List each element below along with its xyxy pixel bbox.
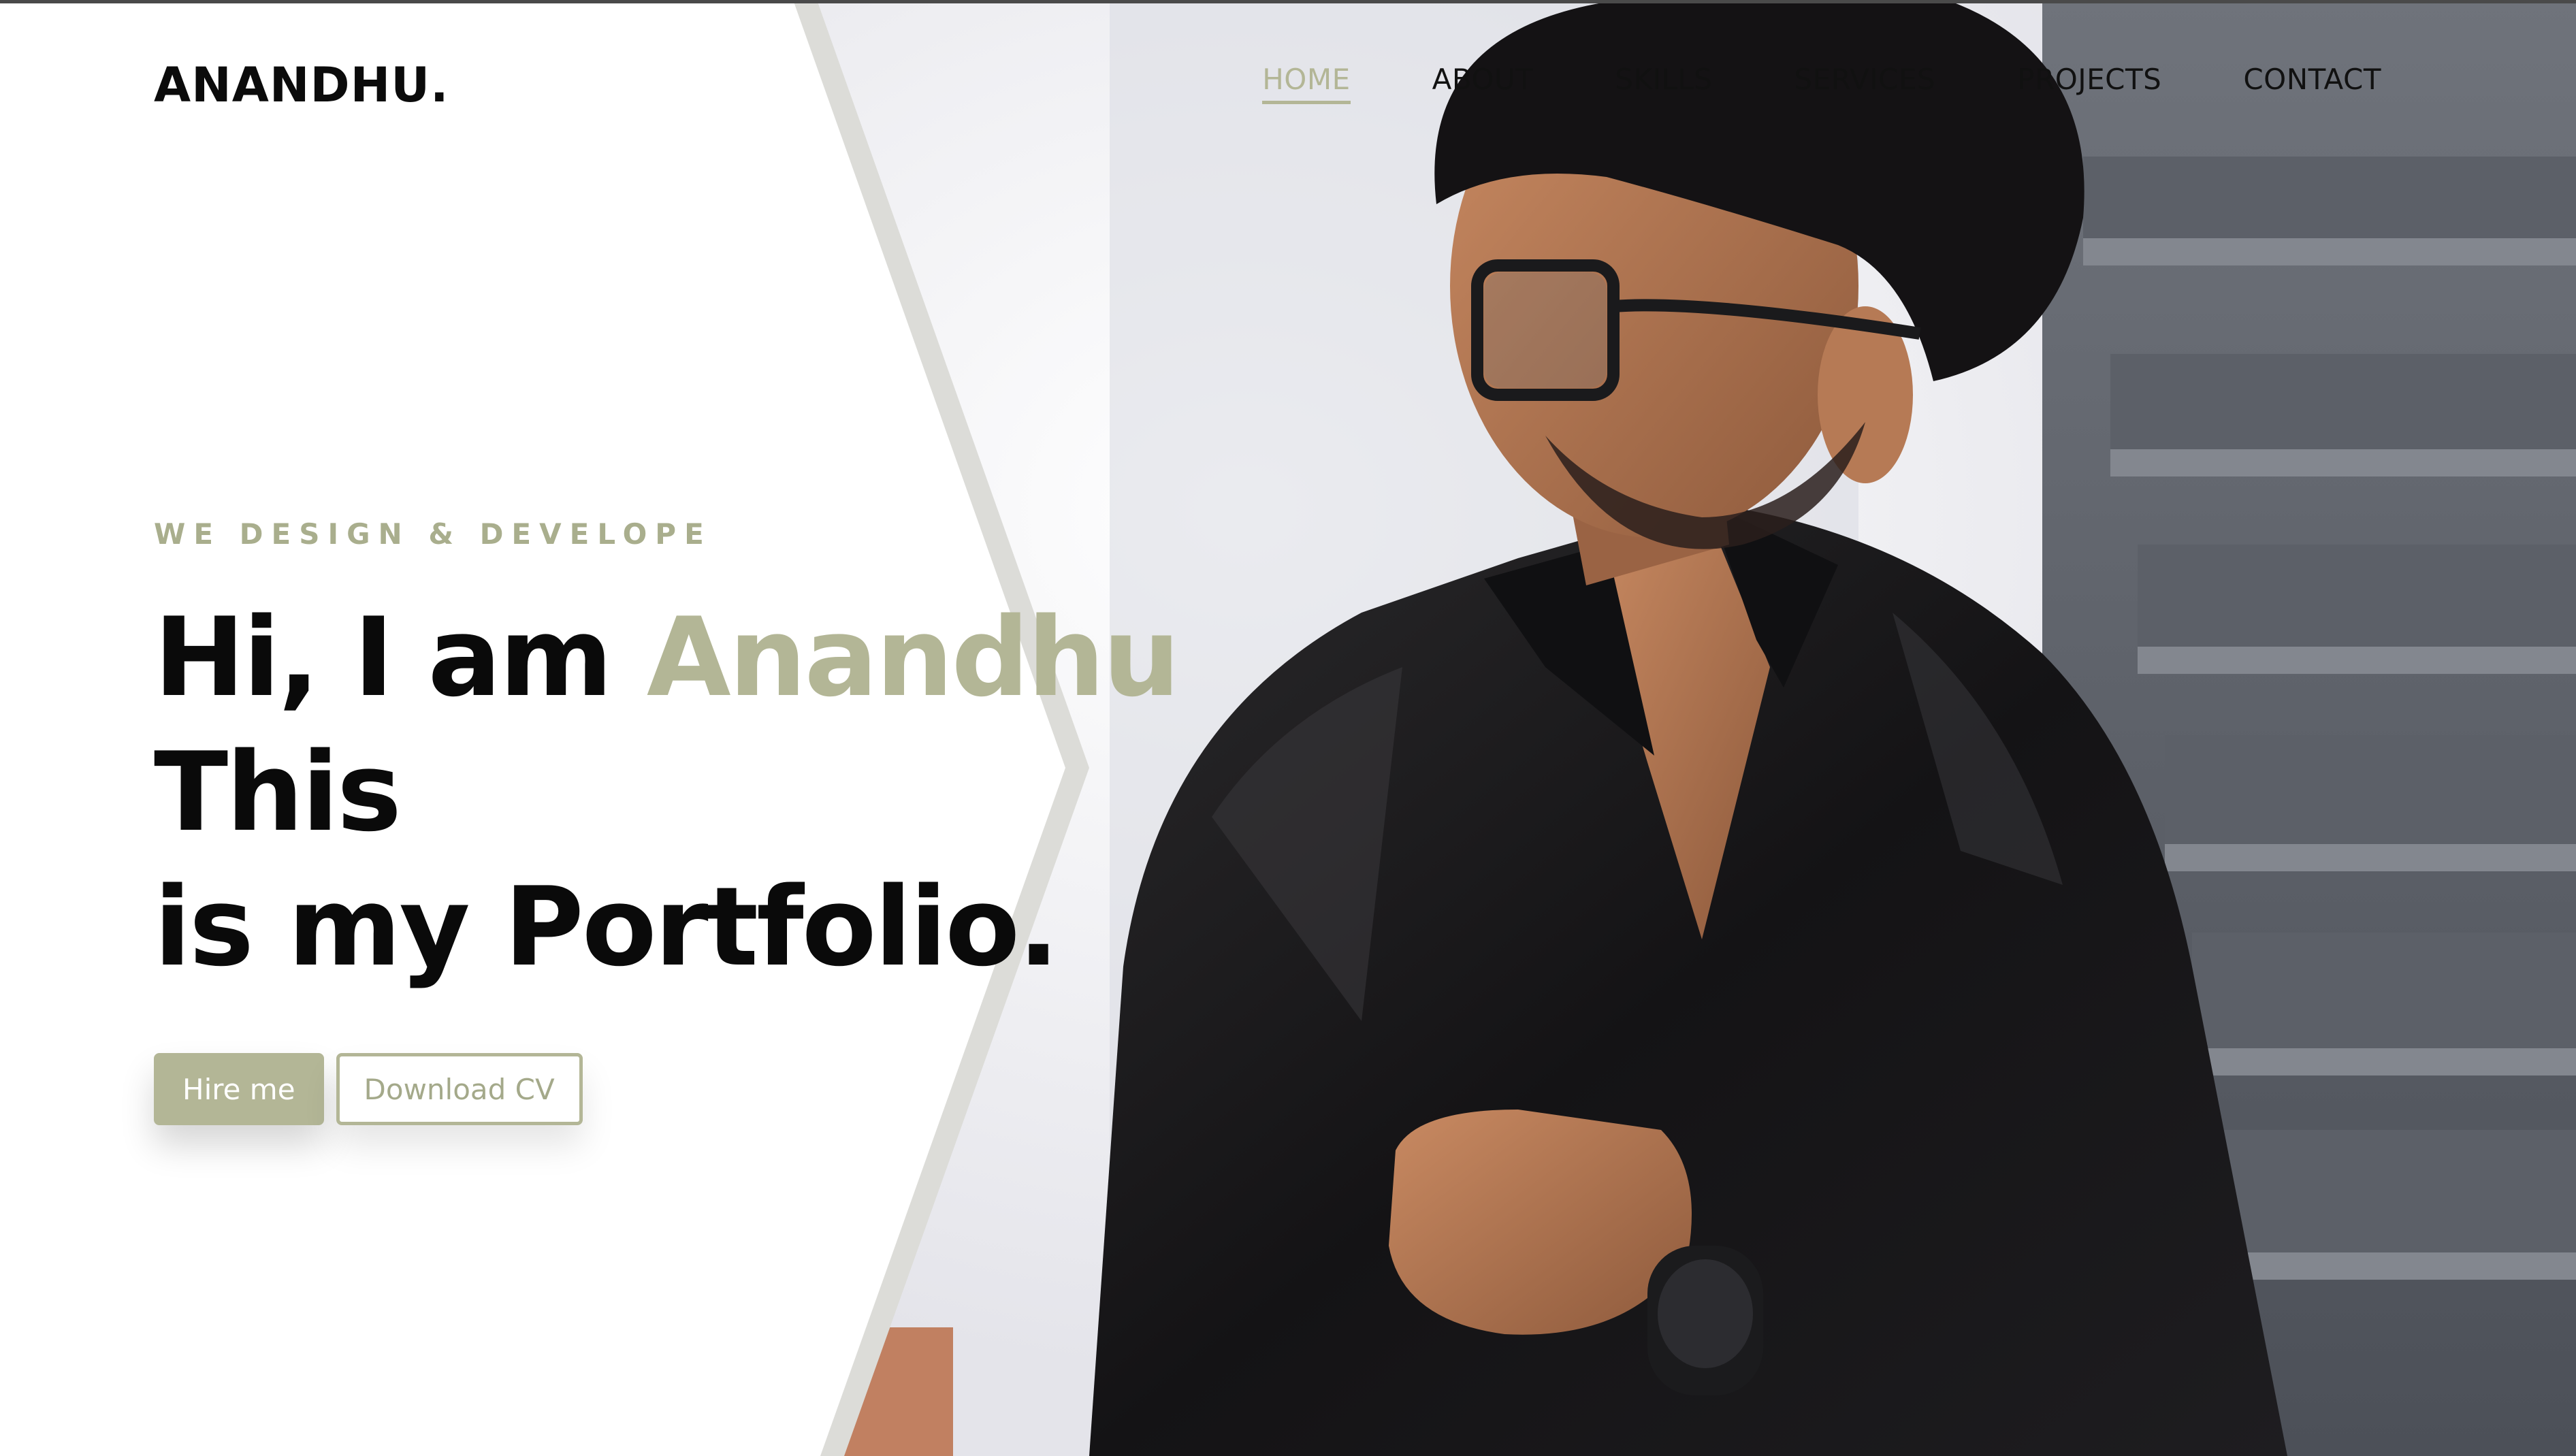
brand-logo[interactable]: ANANDHU. (154, 57, 449, 113)
nav-item-about[interactable]: ABOUT (1432, 63, 1534, 104)
nav-item-contact[interactable]: CONTACT (2243, 63, 2381, 104)
hire-me-button[interactable]: Hire me (154, 1053, 324, 1125)
hero-title-intro: Hi, I am (154, 594, 647, 721)
download-cv-button[interactable]: Download CV (336, 1053, 583, 1125)
nav-item-home[interactable]: HOME (1262, 63, 1351, 104)
nav-item-projects[interactable]: PROJECTS (2017, 63, 2161, 104)
main-nav: HOME ABOUT SKILLS SERVICES PROJECTS CONT… (1262, 63, 2381, 104)
top-border (0, 0, 2576, 3)
portfolio-page: ANANDHU. HOME ABOUT SKILLS SERVICES PROJ… (0, 0, 2576, 1456)
hero-title-this: This (154, 728, 402, 856)
site-header: ANANDHU. HOME ABOUT SKILLS SERVICES PROJ… (0, 0, 2576, 177)
hero-content: WE DESIGN & DEVELOPE Hi, I am Anandhu Th… (154, 517, 1447, 1125)
hero-actions: Hire me Download CV (154, 1053, 1447, 1125)
hero-eyebrow: WE DESIGN & DEVELOPE (154, 517, 712, 551)
nav-item-skills[interactable]: SKILLS (1615, 63, 1712, 104)
hero-title: Hi, I am Anandhu This is my Portfolio. (154, 590, 1447, 994)
hero-title-line2: is my Portfolio. (154, 863, 1059, 990)
hero-title-name: Anandhu (646, 594, 1180, 721)
nav-item-services[interactable]: SERVICES (1794, 63, 1935, 104)
